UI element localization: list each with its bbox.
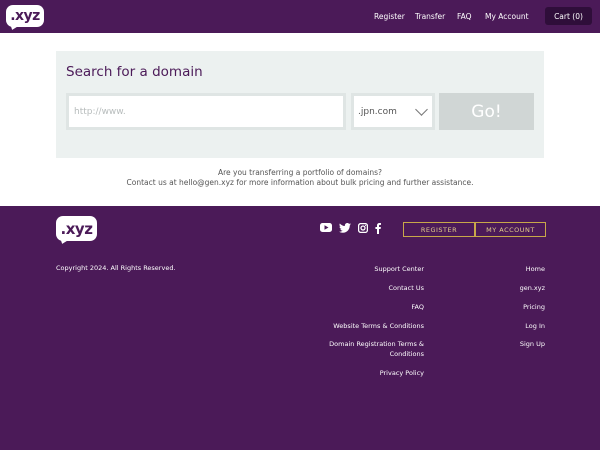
footer-link-sign-up[interactable]: Sign Up [520, 340, 545, 350]
footer-link-support-center[interactable]: Support Center [374, 265, 424, 275]
footer-link-pricing[interactable]: Pricing [523, 303, 545, 313]
footer-link-privacy-policy[interactable]: Privacy Policy [380, 369, 424, 379]
twitter-icon[interactable] [338, 223, 351, 233]
facebook-icon[interactable] [373, 223, 383, 234]
bulk-contact-info: Contact us at hello@gen.xyz for more inf… [126, 178, 474, 187]
footer-link-home[interactable]: Home [526, 265, 545, 275]
footer-register-button[interactable]: REGISTER [403, 222, 475, 237]
nav-faq[interactable]: FAQ [457, 0, 472, 33]
main-content: Search for a domain .jpn.com Go! Are you… [0, 33, 600, 206]
search-title: Search for a domain [66, 64, 203, 80]
footer-link-faq[interactable]: FAQ [411, 303, 424, 313]
transfer-question: Are you transferring a portfolio of doma… [217, 168, 383, 177]
footer-my-account-button[interactable]: MY ACCOUNT [475, 222, 546, 237]
footer-link-domain-registration-terms[interactable]: Domain Registration Terms & Conditions [329, 340, 424, 359]
footer-link-gen-xyz[interactable]: gen.xyz [520, 284, 545, 294]
youtube-icon[interactable] [319, 223, 332, 232]
go-button[interactable]: Go! [439, 93, 534, 130]
instagram-icon[interactable] [356, 223, 369, 233]
copyright-text: Copyright 2024. All Rights Reserved. [56, 264, 176, 272]
nav-my-account[interactable]: My Account [485, 0, 529, 33]
xyz-logo[interactable]: .xyz [6, 5, 44, 27]
footer-xyz-logo[interactable]: .xyz [56, 216, 97, 241]
nav-register[interactable]: Register [374, 0, 405, 33]
chevron-down-icon [415, 103, 428, 116]
domain-search-panel: Search for a domain .jpn.com Go! [56, 51, 544, 158]
top-navbar: .xyz Register Transfer FAQ My Account Ca… [0, 0, 600, 33]
footer-link-contact-us[interactable]: Contact Us [389, 284, 425, 294]
footer-link-log-in[interactable]: Log In [525, 322, 545, 332]
tld-dropdown[interactable]: .jpn.com [351, 93, 435, 130]
cart-button[interactable]: Cart (0) [545, 7, 592, 25]
footer-link-website-terms[interactable]: Website Terms & Conditions [333, 322, 424, 332]
tld-selected-value: .jpn.com [358, 106, 397, 117]
nav-transfer[interactable]: Transfer [415, 0, 445, 33]
domain-search-input[interactable] [66, 93, 346, 130]
